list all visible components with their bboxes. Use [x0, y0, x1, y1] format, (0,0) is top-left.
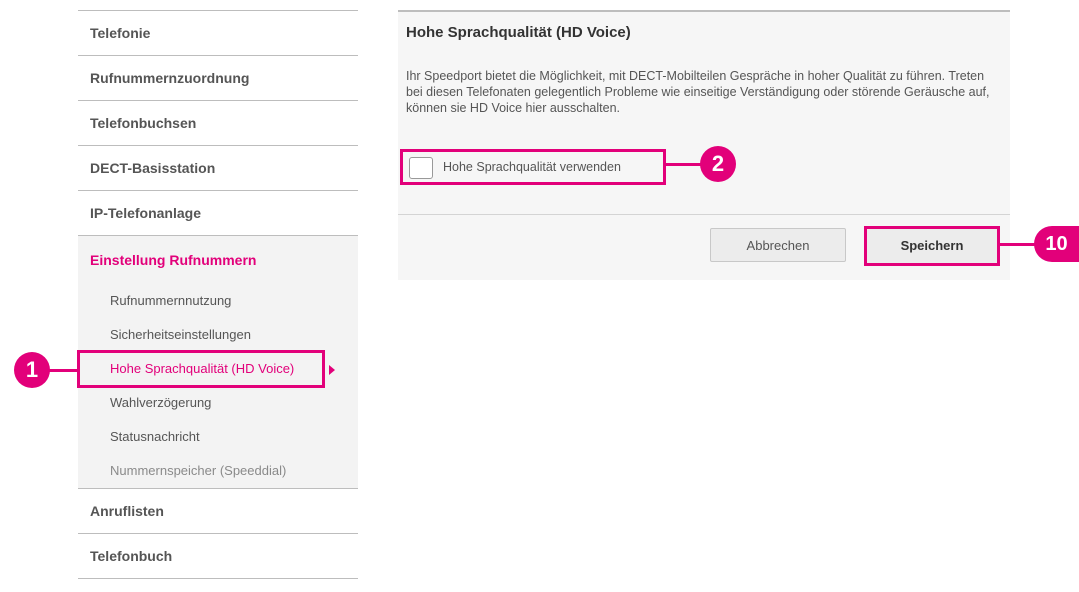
hd-voice-checkbox-row[interactable]: Hohe Sprachqualität verwenden — [400, 149, 666, 185]
nav-item-telefonbuchsen[interactable]: Telefonbuchsen — [78, 101, 358, 146]
sub-item-label: Sicherheitseinstellungen — [110, 327, 251, 342]
sidebar-nav: Telefonie Rufnummernzuordnung Telefonbuc… — [77, 10, 358, 579]
sub-item-wahlverzoegerung[interactable]: Wahlverzögerung — [78, 386, 358, 420]
callout-line-1 — [48, 369, 80, 372]
panel-divider — [398, 214, 1010, 215]
sub-item-label: Wahlverzögerung — [110, 395, 212, 410]
sub-item-label: Statusnachricht — [110, 429, 200, 444]
cancel-button[interactable]: Abbrechen — [710, 228, 846, 262]
callout-line-2 — [666, 163, 702, 166]
nav-item-rufnummernzuordnung[interactable]: Rufnummernzuordnung — [78, 56, 358, 101]
nav-item-telefonie[interactable]: Telefonie — [78, 11, 358, 56]
highlight-box — [77, 350, 325, 388]
sub-item-label: Nummernspeicher (Speeddial) — [110, 463, 287, 478]
sub-item-sicherheitseinstellungen[interactable]: Sicherheitseinstellungen — [78, 318, 358, 352]
nav-item-telefonbuch[interactable]: Telefonbuch — [78, 534, 358, 579]
caret-right-icon — [329, 365, 335, 375]
sub-item-rufnummernnutzung[interactable]: Rufnummernnutzung — [78, 284, 358, 318]
nav-group-einstellung-rufnummern: Einstellung Rufnummern Rufnummernnutzung… — [77, 236, 358, 489]
sub-item-nummernspeicher[interactable]: Nummernspeicher (Speeddial) — [78, 454, 358, 488]
callout-badge-2: 2 — [700, 146, 736, 182]
callout-line-10 — [1000, 243, 1036, 246]
callout-badge-10: 10 — [1034, 226, 1079, 262]
checkbox-label: Hohe Sprachqualität verwenden — [443, 160, 621, 174]
nav-group-title[interactable]: Einstellung Rufnummern — [78, 236, 358, 284]
nav-item-dect-basisstation[interactable]: DECT-Basisstation — [78, 146, 358, 191]
sub-item-hd-voice[interactable]: Hohe Sprachqualität (HD Voice) — [77, 350, 358, 388]
callout-badge-1: 1 — [14, 352, 50, 388]
page-title: Hohe Sprachqualität (HD Voice) — [406, 24, 631, 41]
nav-item-anruflisten[interactable]: Anruflisten — [78, 489, 358, 534]
save-button[interactable]: Speichern — [864, 226, 1000, 266]
sub-item-label: Rufnummernnutzung — [110, 293, 232, 308]
nav-item-ip-telefonanlage[interactable]: IP-Telefonanlage — [78, 191, 358, 236]
description-text: Ihr Speedport bietet die Möglichkeit, mi… — [406, 69, 990, 115]
hd-voice-checkbox[interactable] — [409, 157, 433, 179]
sub-item-statusnachricht[interactable]: Statusnachricht — [78, 420, 358, 454]
hd-voice-panel: Hohe Sprachqualität (HD Voice) Ihr Speed… — [398, 10, 1010, 280]
